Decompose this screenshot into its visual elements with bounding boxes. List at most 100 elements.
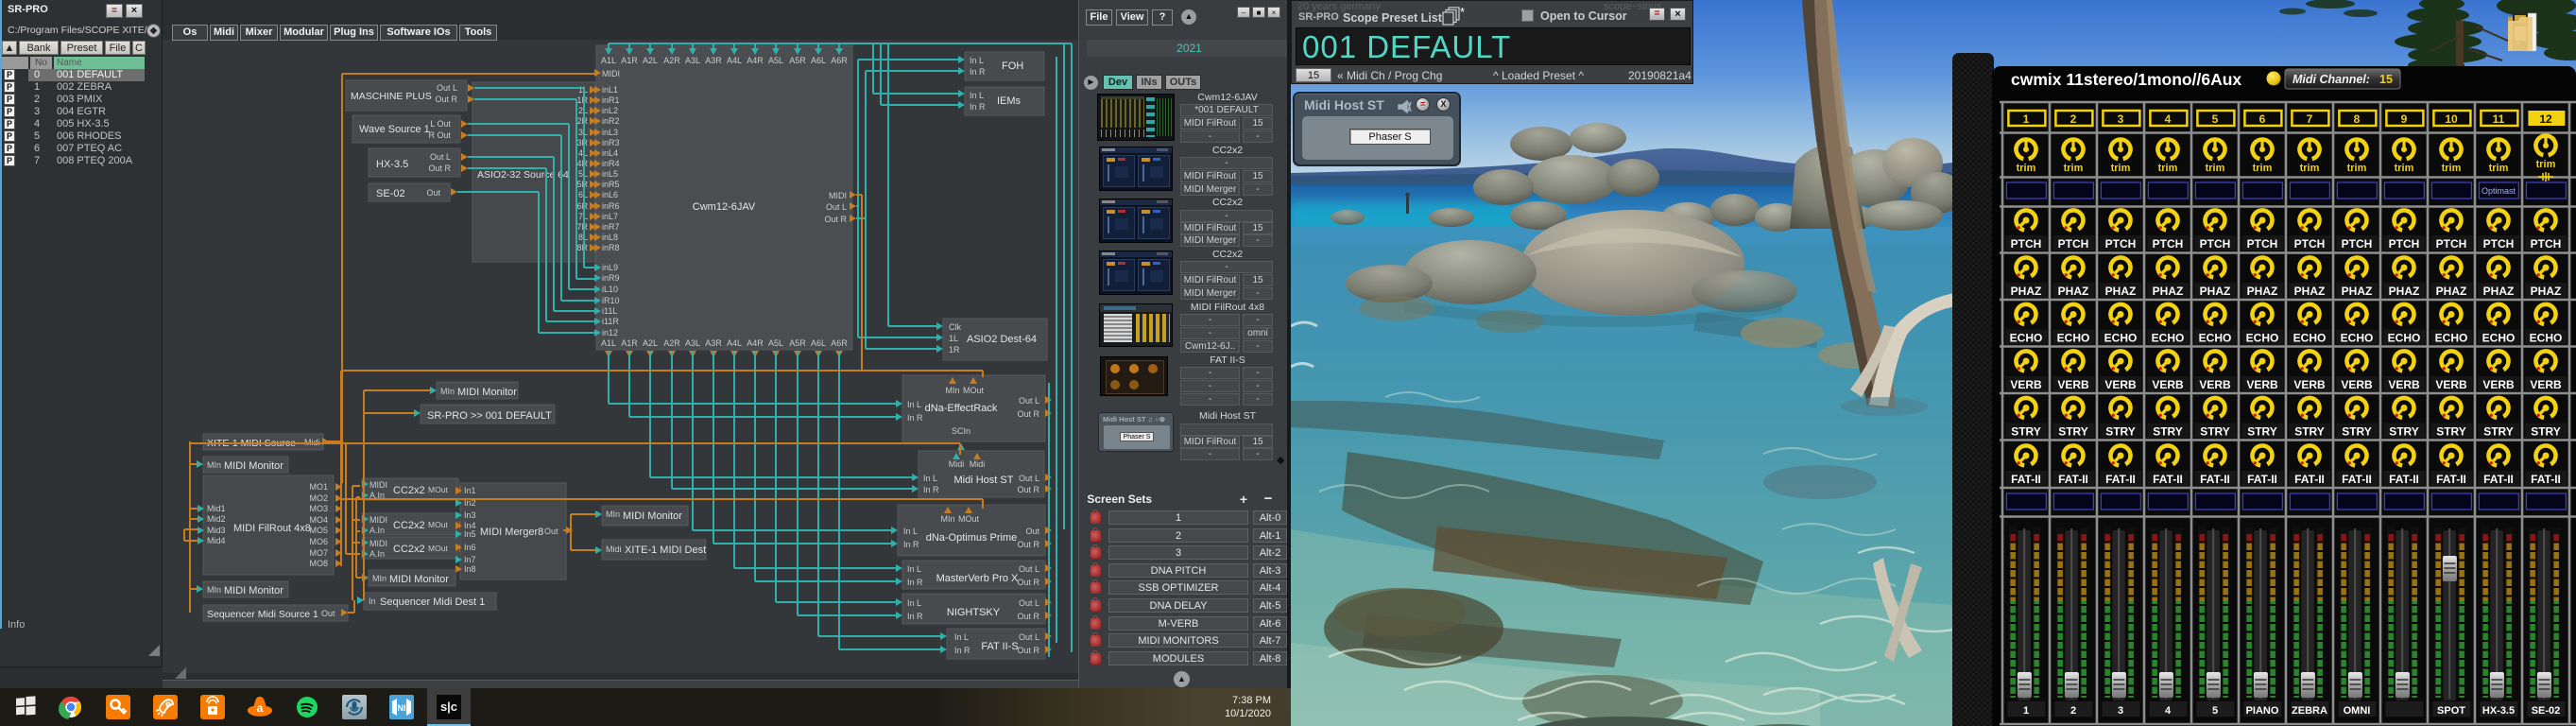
svg-text:MIDI Monitor: MIDI Monitor [224,460,283,472]
svg-text:STRY: STRY [2531,425,2561,439]
svg-text:inL1: inL1 [602,85,618,95]
svg-text:Midi: Midi [606,544,622,554]
svg-text:VERB: VERB [2388,378,2420,391]
svg-text:6L: 6L [578,190,588,199]
svg-text:10: 10 [2445,112,2458,126]
svg-text:IEMs: IEMs [997,95,1022,107]
svg-text:A2L: A2L [643,56,658,65]
svg-text:MO7: MO7 [309,548,328,558]
svg-text:FAT-II: FAT-II [2011,473,2041,486]
svg-text:PTCH: PTCH [2389,237,2420,251]
svg-text:6R: 6R [576,201,588,211]
svg-text:1R: 1R [949,345,960,354]
svg-text:Out L: Out L [1019,474,1039,483]
svg-text:dNa-EffectRack: dNa-EffectRack [925,403,998,414]
svg-text:12: 12 [2539,112,2552,126]
svg-text:inR9: inR9 [602,273,620,283]
svg-text:In L: In L [954,632,969,642]
svg-text:STRY: STRY [2200,425,2230,439]
svg-text:VERB: VERB [2341,378,2373,391]
svg-text:Mid4: Mid4 [207,536,226,545]
svg-text:trim: trim [2395,163,2414,174]
svg-text:FAT-II: FAT-II [2200,473,2230,486]
svg-text:MIDI: MIDI [369,539,387,548]
svg-text:inR5: inR5 [602,180,620,189]
svg-text:PHAZ: PHAZ [2342,285,2373,298]
svg-text:ECHO: ECHO [2530,332,2563,345]
svg-text:15: 15 [2379,73,2393,86]
svg-text:*: * [1460,7,1465,19]
svg-text:ECHO: ECHO [2388,332,2421,345]
svg-text:PIANO: PIANO [2246,705,2279,717]
svg-text:FAT-II: FAT-II [2531,473,2561,486]
svg-text:Midi Channel:: Midi Channel: [2293,73,2370,86]
svg-text:MOut: MOut [428,485,448,494]
svg-text:3R: 3R [576,138,588,147]
svg-text:A4L: A4L [727,338,742,348]
svg-text:inR6: inR6 [602,201,620,211]
svg-text:i11R: i11R [602,317,619,326]
svg-text:trim: trim [2300,163,2320,174]
svg-text:MIDI Monitor: MIDI Monitor [224,585,283,596]
svg-text:FOH: FOH [1002,60,1023,72]
svg-text:MO1: MO1 [309,482,328,492]
svg-text:PTCH: PTCH [2294,237,2326,251]
svg-text:MO8: MO8 [309,559,328,568]
svg-text:inL6: inL6 [602,190,618,199]
svg-text:In L: In L [970,56,984,65]
svg-text:Midi Host ST: Midi Host ST [954,475,1014,486]
svg-text:In: In [369,596,376,606]
svg-text:trim: trim [2017,163,2036,174]
svg-text:STRY: STRY [2011,425,2041,439]
svg-text:A5L: A5L [768,56,783,65]
svg-text:5R: 5R [576,180,588,189]
svg-text:A2L: A2L [643,338,658,348]
svg-text:FAT-II: FAT-II [2153,473,2183,486]
svg-text:NIGHTSKY: NIGHTSKY [947,607,1001,618]
svg-text:4R: 4R [576,159,588,168]
svg-text:MIn: MIn [940,514,954,524]
svg-text:SCIn: SCIn [952,426,970,436]
svg-text:A5L: A5L [768,338,783,348]
svg-text:A3L: A3L [685,56,700,65]
svg-text:inL3: inL3 [602,128,618,137]
svg-text:VERB: VERB [2057,378,2089,391]
svg-text:Mid3: Mid3 [207,526,226,535]
svg-text:Optimast: Optimast [2482,186,2516,196]
svg-text:trim: trim [2111,163,2131,174]
svg-text:Clk: Clk [949,322,961,332]
svg-text:3L: 3L [578,128,588,137]
svg-text:Out L: Out L [430,152,451,162]
svg-text:STRY: STRY [2058,425,2088,439]
svg-text:1: 1 [2023,112,2030,126]
svg-text:ECHO: ECHO [2482,332,2516,345]
svg-text:MIn: MIn [372,574,386,583]
svg-text:FAT-II: FAT-II [2247,473,2277,486]
svg-text:MIDI FilRout 4x8: MIDI FilRout 4x8 [233,523,311,534]
svg-text:STRY: STRY [2153,425,2183,439]
svg-text:Midi: Midi [970,459,986,469]
svg-text:STRY: STRY [2389,425,2419,439]
svg-text:Out R: Out R [1017,485,1039,494]
svg-text:inR1: inR1 [602,95,620,105]
svg-text:L Out: L Out [430,119,451,129]
svg-text:CC2x2: CC2x2 [393,485,425,496]
svg-text:1L: 1L [578,85,588,95]
svg-text:inL2: inL2 [602,106,618,115]
svg-text:inL7: inL7 [602,212,618,221]
svg-text:A3L: A3L [685,338,700,348]
svg-text:MOut: MOut [428,544,448,553]
svg-text:trim: trim [2206,163,2225,174]
svg-text:MIDI Monitor: MIDI Monitor [457,387,517,398]
svg-text:A3R: A3R [705,56,722,65]
svg-text:5: 5 [2212,112,2219,126]
svg-text:Out R: Out R [1017,646,1039,655]
svg-text:i11L: i11L [602,306,617,316]
svg-text:iR10: iR10 [602,296,620,305]
svg-text:dNa-Optimus Prime: dNa-Optimus Prime [926,532,1018,544]
svg-text:MIDI: MIDI [369,480,387,490]
svg-text:Cwm12-6JAV: Cwm12-6JAV [693,201,756,213]
svg-text:A1R: A1R [621,56,638,65]
svg-text:inR3: inR3 [602,138,620,147]
svg-text:11: 11 [2493,112,2505,126]
